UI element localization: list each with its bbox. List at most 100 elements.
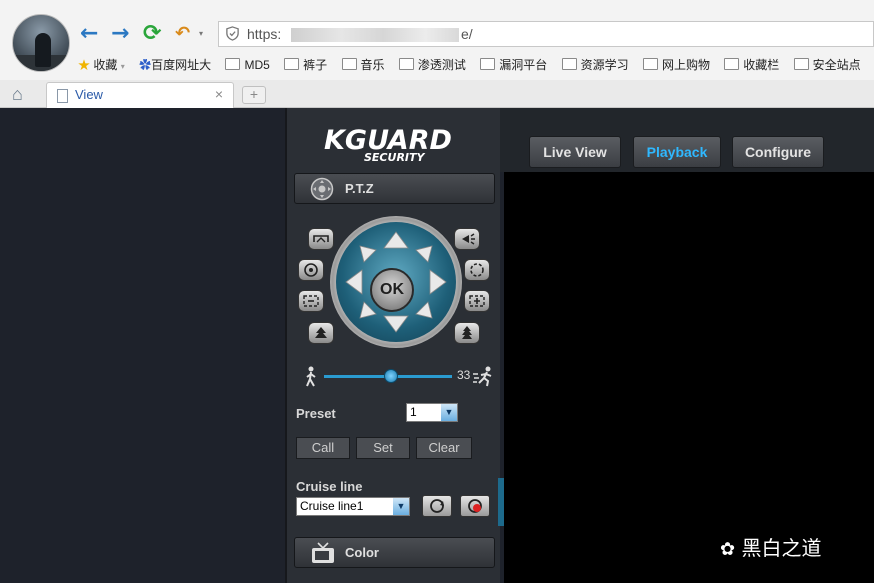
folder-icon — [225, 57, 241, 70]
stop-cruise-button[interactable] — [460, 495, 490, 517]
bookmark-pants[interactable]: 裤子 — [284, 56, 327, 73]
bookmarks-bar: ★ 收藏 ▾ ✿百度网址大 MD5 裤子 音乐 渗透测试 漏洞平台 资源学习 网… — [78, 56, 874, 76]
focus-far-icon — [462, 326, 472, 339]
speed-slider-handle[interactable] — [383, 369, 398, 383]
walking-person-icon — [306, 366, 316, 387]
bookmark-music[interactable]: 音乐 — [341, 56, 385, 73]
arrow-up-right-icon[interactable] — [415, 245, 433, 263]
arrow-up-icon[interactable] — [383, 231, 409, 249]
cruise-line-value: Cruise line1 — [300, 499, 364, 513]
folder-icon — [561, 58, 577, 70]
video-viewport[interactable] — [504, 172, 874, 583]
preset-select[interactable]: 1 ▼ — [406, 403, 458, 422]
bookmark-shopping[interactable]: 网上购物 — [642, 56, 710, 73]
bookmark-pentest[interactable]: 渗透测试 — [398, 56, 466, 73]
undo-dropdown-icon[interactable]: ▾ — [199, 29, 203, 38]
folder-icon — [341, 58, 357, 70]
bookmark-baidu[interactable]: ✿百度网址大 — [139, 56, 211, 73]
clear-button[interactable]: Clear — [416, 437, 472, 459]
chevron-down-icon[interactable]: ▼ — [441, 404, 457, 421]
zoom-out-button[interactable] — [298, 290, 324, 312]
folder-icon — [284, 58, 300, 70]
iris-close-button[interactable] — [298, 259, 324, 281]
user-avatar[interactable] — [12, 14, 70, 72]
bookmark-favorites[interactable]: ★ 收藏 ▾ — [78, 56, 125, 73]
arrow-down-icon[interactable] — [383, 315, 409, 333]
wiper-button[interactable] — [308, 228, 334, 250]
arrow-up-left-icon[interactable] — [359, 245, 377, 263]
bookmark-security-sites[interactable]: 安全站点 — [793, 56, 861, 73]
running-person-icon — [473, 366, 492, 387]
start-cruise-button[interactable] — [422, 495, 452, 517]
light-button[interactable] — [454, 228, 480, 250]
star-icon: ★ — [78, 58, 91, 72]
zoom-in-button[interactable] — [464, 290, 490, 312]
call-button[interactable]: Call — [296, 437, 350, 459]
speed-value: 33 — [457, 368, 471, 382]
left-empty-pane — [0, 108, 285, 583]
iris-open-icon — [470, 263, 484, 277]
document-icon — [57, 89, 68, 103]
redacted-url — [291, 28, 459, 42]
undo-icon[interactable]: ↶ — [175, 22, 190, 46]
chevron-down-icon[interactable]: ▼ — [393, 498, 409, 515]
paw-icon: ✿ — [139, 58, 152, 72]
new-tab-button[interactable]: + — [242, 86, 266, 104]
arrow-down-left-icon[interactable] — [359, 301, 377, 319]
cruise-stop-icon — [468, 499, 482, 513]
arrow-right-icon[interactable] — [429, 269, 447, 295]
url-suffix: e/ — [461, 26, 473, 42]
folder-icon — [793, 58, 809, 70]
address-bar[interactable]: https: e/ — [218, 21, 874, 47]
ptz-joystick-icon — [310, 177, 334, 201]
folder-icon — [480, 58, 496, 70]
preset-label: Preset — [296, 406, 336, 421]
folder-icon — [398, 58, 414, 70]
close-icon[interactable]: × — [215, 86, 223, 102]
watermark: ✿ 黑白之道 — [720, 536, 822, 560]
bookmark-md5[interactable]: MD5 — [225, 57, 270, 72]
bookmark-resources[interactable]: 资源学习 — [561, 56, 629, 73]
configure-button[interactable]: Configure — [732, 136, 824, 168]
preset-value: 1 — [410, 405, 417, 419]
color-panel-header[interactable]: Color — [294, 537, 495, 568]
shield-icon — [226, 26, 239, 41]
light-icon — [462, 233, 475, 245]
folder-icon — [724, 58, 740, 70]
zoom-in-icon — [469, 295, 485, 307]
live-view-button[interactable]: Live View — [529, 136, 621, 168]
forward-arrow-icon[interactable]: → — [111, 22, 129, 46]
tab-view[interactable]: View × — [46, 82, 234, 108]
cruise-line-label: Cruise line — [296, 479, 363, 494]
arrow-left-icon[interactable] — [345, 269, 363, 295]
focus-near-icon — [315, 327, 327, 338]
ok-button[interactable]: OK — [370, 268, 414, 312]
cruise-start-icon — [430, 499, 444, 513]
focus-far-button[interactable] — [454, 322, 480, 344]
kguard-logo: KGUARD SECURITY — [324, 125, 452, 163]
tab-label: View — [75, 87, 103, 102]
iris-close-icon — [304, 263, 318, 277]
color-title: Color — [345, 545, 379, 560]
zoom-out-icon — [303, 295, 319, 307]
sidebar-collapse-handle[interactable] — [498, 478, 504, 526]
focus-near-button[interactable] — [308, 322, 334, 344]
ptz-panel-header[interactable]: P.T.Z — [294, 173, 495, 204]
iris-open-button[interactable] — [464, 259, 490, 281]
home-icon[interactable]: ⌂ — [12, 84, 23, 105]
tv-icon — [312, 542, 334, 563]
back-arrow-icon[interactable]: ← — [80, 22, 98, 46]
arrow-down-right-icon[interactable] — [415, 301, 433, 319]
cruise-line-select[interactable]: Cruise line1 ▼ — [296, 497, 410, 516]
refresh-icon[interactable]: ⟳ — [143, 22, 161, 46]
playback-button[interactable]: Playback — [633, 136, 721, 168]
svg-text:SECURITY: SECURITY — [364, 151, 426, 163]
set-button[interactable]: Set — [356, 437, 410, 459]
bookmark-favorites-bar[interactable]: 收藏栏 — [724, 56, 779, 73]
folder-icon — [642, 58, 658, 70]
wiper-icon — [313, 235, 329, 243]
wechat-icon: ✿ — [720, 539, 736, 560]
bookmark-vuln-platform[interactable]: 漏洞平台 — [480, 56, 547, 73]
url-prefix: https: — [247, 26, 282, 42]
ptz-title: P.T.Z — [345, 181, 374, 196]
